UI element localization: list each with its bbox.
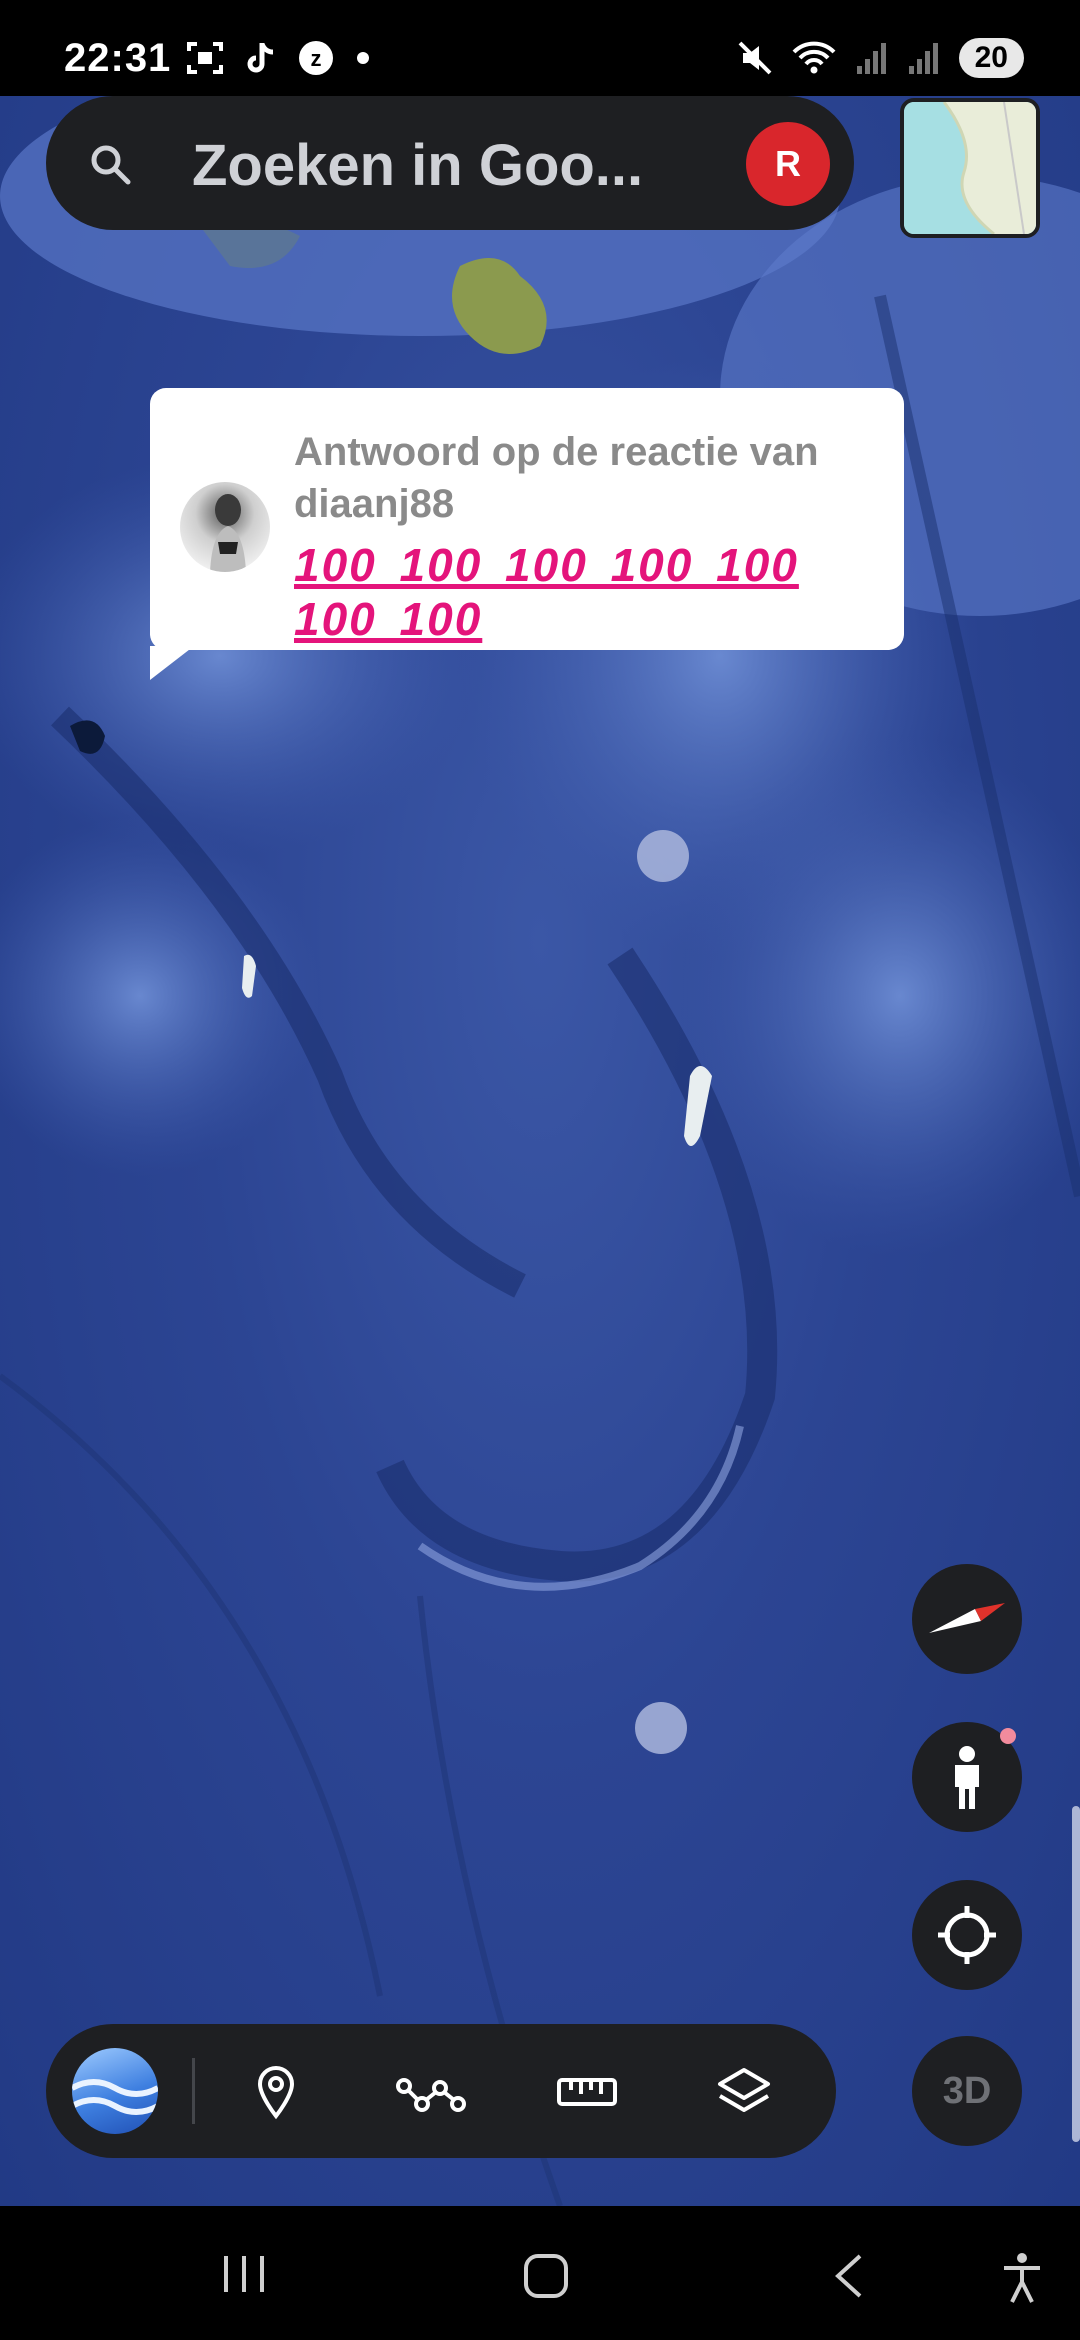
pegman-icon bbox=[955, 1746, 979, 1809]
recent-apps-icon[interactable] bbox=[220, 2252, 268, 2296]
layers-icon[interactable] bbox=[716, 2064, 772, 2120]
comment-title: Antwoord op de reactie van diaanj88 bbox=[294, 430, 819, 526]
commenter-avatar bbox=[180, 482, 270, 572]
view-3d-label: 3D bbox=[942, 2069, 992, 2112]
my-location-button[interactable] bbox=[912, 1880, 1022, 1990]
accessibility-icon[interactable] bbox=[1000, 2252, 1044, 2304]
compass-button[interactable] bbox=[912, 1564, 1022, 1674]
search-icon[interactable] bbox=[88, 142, 132, 186]
path-icon[interactable] bbox=[396, 2064, 466, 2120]
person-photo bbox=[210, 494, 246, 572]
z-badge-icon: z bbox=[299, 41, 333, 75]
toolbar-divider bbox=[192, 2058, 195, 2124]
signal-icon-2 bbox=[908, 43, 938, 74]
screen-capture-icon bbox=[187, 42, 223, 74]
tiktok-icon bbox=[247, 42, 274, 73]
mute-icon bbox=[738, 41, 772, 75]
account-avatar[interactable]: R bbox=[746, 122, 830, 206]
place-pin-icon[interactable] bbox=[248, 2064, 304, 2120]
search-bar[interactable]: Zoeken in Goo... R bbox=[46, 96, 854, 230]
minimap-image bbox=[904, 102, 1036, 234]
status-bar: 22:31 z 20 bbox=[0, 0, 1080, 96]
map-marker-dot[interactable] bbox=[635, 1702, 687, 1754]
system-navigation-bar bbox=[0, 2206, 1080, 2340]
home-icon[interactable] bbox=[522, 2252, 570, 2300]
status-left-icons: z bbox=[186, 40, 370, 76]
status-right-icons: 20 bbox=[737, 38, 1024, 78]
notification-dot bbox=[1000, 1728, 1016, 1744]
comment-reply-bubble[interactable]: Antwoord op de reactie van diaanj88 100 … bbox=[150, 388, 904, 650]
measure-ruler-icon[interactable] bbox=[556, 2064, 618, 2120]
compass-icon bbox=[929, 1603, 1005, 1633]
earth-waves bbox=[72, 2079, 158, 2115]
search-input[interactable]: Zoeken in Goo... bbox=[192, 132, 643, 199]
my-location-icon bbox=[938, 1906, 996, 1964]
back-icon[interactable] bbox=[830, 2252, 866, 2300]
status-time: 22:31 bbox=[64, 36, 172, 80]
dot-icon bbox=[357, 52, 369, 64]
earth-icon[interactable] bbox=[72, 2048, 158, 2134]
minimap-thumbnail[interactable] bbox=[900, 98, 1040, 238]
battery-level: 20 bbox=[958, 38, 1024, 78]
comment-emojis: 100 100 100 100 100 100 100 bbox=[294, 539, 799, 645]
map-marker-dot[interactable] bbox=[637, 830, 689, 882]
bubble-tail bbox=[150, 646, 194, 680]
bottom-toolbar bbox=[46, 2024, 836, 2158]
svg-text:z: z bbox=[311, 46, 322, 71]
scrollbar[interactable] bbox=[1072, 1806, 1080, 2142]
wifi-icon bbox=[792, 41, 836, 74]
view-3d-button[interactable]: 3D bbox=[912, 2036, 1022, 2146]
signal-icon bbox=[856, 43, 886, 74]
